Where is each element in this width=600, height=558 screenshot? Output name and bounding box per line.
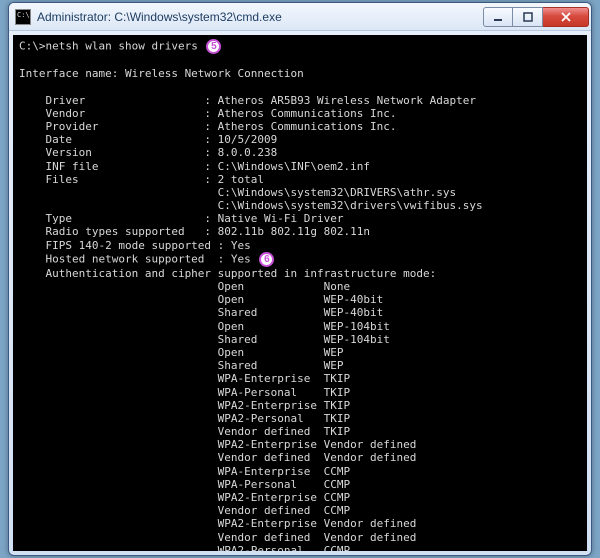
info-row: FIPS 140-2 mode supported : Yes (19, 239, 251, 252)
info-row: C:\Windows\system32\drivers\vwifibus.sys (19, 199, 483, 212)
cipher-row: Shared WEP-104bit (19, 333, 390, 346)
cipher-row: WPA-Personal CCMP (19, 478, 350, 491)
cipher-row: WPA2-Enterprise CCMP (19, 491, 350, 504)
cipher-row: WPA-Enterprise CCMP (19, 465, 350, 478)
annotation-badge-6: 6 (259, 252, 274, 267)
cipher-row: Vendor defined Vendor defined (19, 451, 416, 464)
info-row: Files : 2 total (19, 173, 264, 186)
cipher-row: Shared WEP-40bit (19, 306, 383, 319)
titlebar[interactable]: Administrator: C:\Windows\system32\cmd.e… (9, 3, 591, 31)
cipher-row: Vendor defined TKIP (19, 425, 350, 438)
minimize-button[interactable] (483, 7, 513, 27)
info-row: INF file : C:\Windows\INF\oem2.inf (19, 160, 370, 173)
cipher-row: WPA-Enterprise TKIP (19, 372, 350, 385)
cipher-row: WPA2-Personal TKIP (19, 412, 350, 425)
section-header: Authentication and cipher supported in i… (19, 267, 436, 280)
cipher-row: Open WEP-40bit (19, 293, 383, 306)
maximize-button[interactable] (513, 7, 543, 27)
cipher-row: Open WEP (19, 346, 344, 359)
interface-name: Interface name: Wireless Network Connect… (19, 67, 304, 80)
close-button[interactable] (543, 7, 589, 27)
cmd-icon (15, 9, 31, 25)
info-row: C:\Windows\system32\DRIVERS\athr.sys (19, 186, 456, 199)
terminal-output[interactable]: C:\>netsh wlan show drivers 5 Interface … (13, 35, 587, 551)
command-text: netsh wlan show drivers (46, 40, 198, 53)
window-title: Administrator: C:\Windows\system32\cmd.e… (37, 10, 483, 24)
cipher-row: WPA2-Enterprise TKIP (19, 399, 350, 412)
cipher-row: WPA-Personal TKIP (19, 386, 350, 399)
minimize-icon (493, 12, 503, 22)
cipher-row: Vendor defined Vendor defined (19, 531, 416, 544)
info-row: Vendor : Atheros Communications Inc. (19, 107, 397, 120)
info-row: Version : 8.0.0.238 (19, 146, 277, 159)
close-icon (561, 12, 571, 22)
info-row: Type : Native Wi-Fi Driver (19, 212, 344, 225)
cipher-row: Open WEP-104bit (19, 320, 390, 333)
window-controls (483, 7, 589, 27)
info-row: Provider : Atheros Communications Inc. (19, 120, 397, 133)
cmd-window: Administrator: C:\Windows\system32\cmd.e… (8, 2, 592, 556)
cipher-row: WPA2-Personal CCMP (19, 544, 350, 551)
info-row: Driver : Atheros AR5B93 Wireless Network… (19, 94, 476, 107)
maximize-icon (523, 12, 533, 22)
prompt: C:\> (19, 40, 46, 53)
info-row: Radio types supported : 802.11b 802.11g … (19, 225, 370, 238)
cipher-row: WPA2-Enterprise Vendor defined (19, 517, 416, 530)
cipher-row: Vendor defined CCMP (19, 504, 350, 517)
annotation-badge-5: 5 (206, 39, 221, 54)
info-row: Date : 10/5/2009 (19, 133, 277, 146)
cipher-row: WPA2-Enterprise Vendor defined (19, 438, 416, 451)
cipher-row: Shared WEP (19, 359, 344, 372)
cipher-row: Open None (19, 280, 350, 293)
info-row: Hosted network supported : Yes (19, 252, 257, 265)
